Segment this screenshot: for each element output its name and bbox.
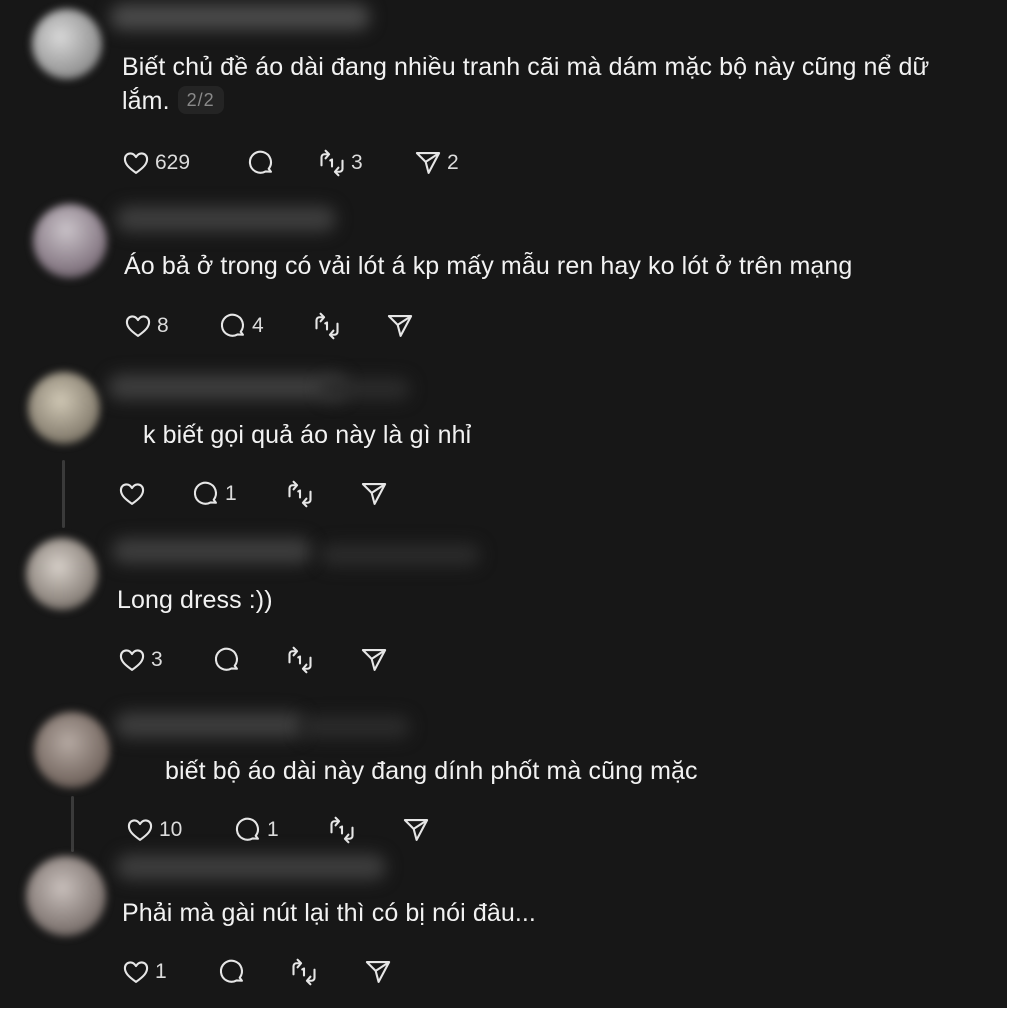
repost-arrows-icon bbox=[288, 646, 312, 674]
repost-arrows-icon bbox=[320, 149, 344, 177]
comment-feed: Biết chủ đề áo dài đang nhiều tranh cãi … bbox=[0, 0, 1007, 1008]
speech-bubble-icon bbox=[214, 647, 238, 671]
username-blurred[interactable] bbox=[115, 712, 305, 738]
share-button[interactable] bbox=[360, 644, 388, 676]
heart-icon bbox=[127, 819, 153, 841]
like-button[interactable]: 629 bbox=[122, 147, 190, 179]
speech-bubble-icon bbox=[248, 150, 272, 174]
reply-button[interactable]: 1 bbox=[234, 814, 279, 846]
comment-text: Biết chủ đề áo dài đang nhiều tranh cãi … bbox=[122, 50, 929, 118]
repost-count: 3 bbox=[351, 151, 363, 174]
share-button[interactable] bbox=[364, 956, 392, 988]
username-blurred[interactable] bbox=[116, 206, 336, 232]
thread-connector-line bbox=[62, 460, 65, 528]
like-button[interactable]: 10 bbox=[126, 814, 182, 846]
send-paper-plane-icon bbox=[361, 483, 387, 505]
avatar[interactable] bbox=[28, 372, 100, 444]
speech-bubble-icon bbox=[193, 481, 217, 505]
thread-connector-line bbox=[71, 796, 74, 852]
comment-text: Áo bả ở trong có vải lót á kp mấy mẫu re… bbox=[124, 252, 853, 280]
like-count: 10 bbox=[159, 818, 183, 841]
username-blurred-secondary bbox=[320, 544, 480, 566]
share-button[interactable]: 2 bbox=[414, 147, 459, 179]
send-paper-plane-icon bbox=[415, 152, 441, 174]
like-count: 629 bbox=[155, 151, 191, 174]
speech-bubble-icon bbox=[220, 313, 244, 337]
like-button[interactable]: 8 bbox=[124, 310, 169, 342]
repost-arrows-icon bbox=[330, 816, 354, 844]
speech-bubble-icon bbox=[235, 817, 259, 841]
repost-button[interactable] bbox=[286, 478, 314, 510]
repost-button[interactable] bbox=[328, 814, 356, 846]
repost-button[interactable]: 3 bbox=[318, 147, 363, 179]
comment-text: biết bộ áo dài này đang dính phốt mà cũn… bbox=[165, 757, 698, 785]
like-button[interactable] bbox=[118, 478, 146, 510]
like-count: 3 bbox=[151, 648, 163, 671]
comment-text: Phải mà gài nút lại thì có bị nói đâu... bbox=[122, 899, 536, 927]
reply-button[interactable] bbox=[213, 644, 241, 676]
avatar[interactable] bbox=[34, 712, 110, 788]
like-button[interactable]: 3 bbox=[118, 644, 163, 676]
reply-count: 4 bbox=[252, 314, 264, 337]
send-paper-plane-icon bbox=[387, 315, 413, 337]
avatar[interactable] bbox=[33, 204, 107, 278]
username-blurred[interactable] bbox=[116, 854, 386, 880]
avatar[interactable] bbox=[26, 856, 106, 936]
repost-arrows-icon bbox=[288, 480, 312, 508]
share-count: 2 bbox=[447, 151, 459, 174]
like-button[interactable]: 1 bbox=[122, 956, 167, 988]
repost-button[interactable] bbox=[313, 310, 341, 342]
reply-count: 1 bbox=[225, 482, 237, 505]
heart-icon bbox=[125, 315, 151, 337]
comment-text-line-end: lắm. bbox=[122, 87, 170, 115]
reply-button[interactable]: 1 bbox=[192, 478, 237, 510]
reply-button[interactable]: 4 bbox=[219, 310, 264, 342]
like-count: 1 bbox=[155, 960, 167, 983]
avatar[interactable] bbox=[26, 538, 98, 610]
repost-arrows-icon bbox=[315, 312, 339, 340]
username-blurred[interactable] bbox=[108, 374, 348, 400]
comment-text-line: Biết chủ đề áo dài đang nhiều tranh cãi … bbox=[122, 53, 930, 81]
like-count: 8 bbox=[157, 314, 169, 337]
reply-button[interactable] bbox=[218, 956, 246, 988]
reply-button[interactable] bbox=[247, 147, 275, 179]
send-paper-plane-icon bbox=[361, 649, 387, 671]
heart-icon bbox=[123, 961, 149, 983]
heart-icon bbox=[119, 483, 145, 505]
comment-text-line: lắm. 2/2 bbox=[122, 84, 929, 118]
reply-count: 1 bbox=[267, 818, 279, 841]
send-paper-plane-icon bbox=[365, 961, 391, 983]
heart-icon bbox=[119, 649, 145, 671]
avatar[interactable] bbox=[32, 9, 102, 79]
username-blurred-secondary bbox=[320, 378, 410, 400]
repost-button[interactable] bbox=[290, 956, 318, 988]
comment-text: Long dress :)) bbox=[117, 586, 273, 614]
username-blurred-secondary bbox=[300, 716, 410, 738]
share-button[interactable] bbox=[402, 814, 430, 846]
repost-button[interactable] bbox=[286, 644, 314, 676]
share-button[interactable] bbox=[386, 310, 414, 342]
send-paper-plane-icon bbox=[403, 819, 429, 841]
username-blurred[interactable] bbox=[112, 538, 312, 564]
repost-arrows-icon bbox=[292, 958, 316, 986]
thread-page-indicator: 2/2 bbox=[177, 86, 224, 114]
speech-bubble-icon bbox=[219, 959, 243, 983]
share-button[interactable] bbox=[360, 478, 388, 510]
heart-icon bbox=[123, 152, 149, 174]
username-blurred[interactable] bbox=[110, 4, 370, 30]
comment-text: k biết gọi quả áo này là gì nhỉ bbox=[143, 421, 472, 449]
